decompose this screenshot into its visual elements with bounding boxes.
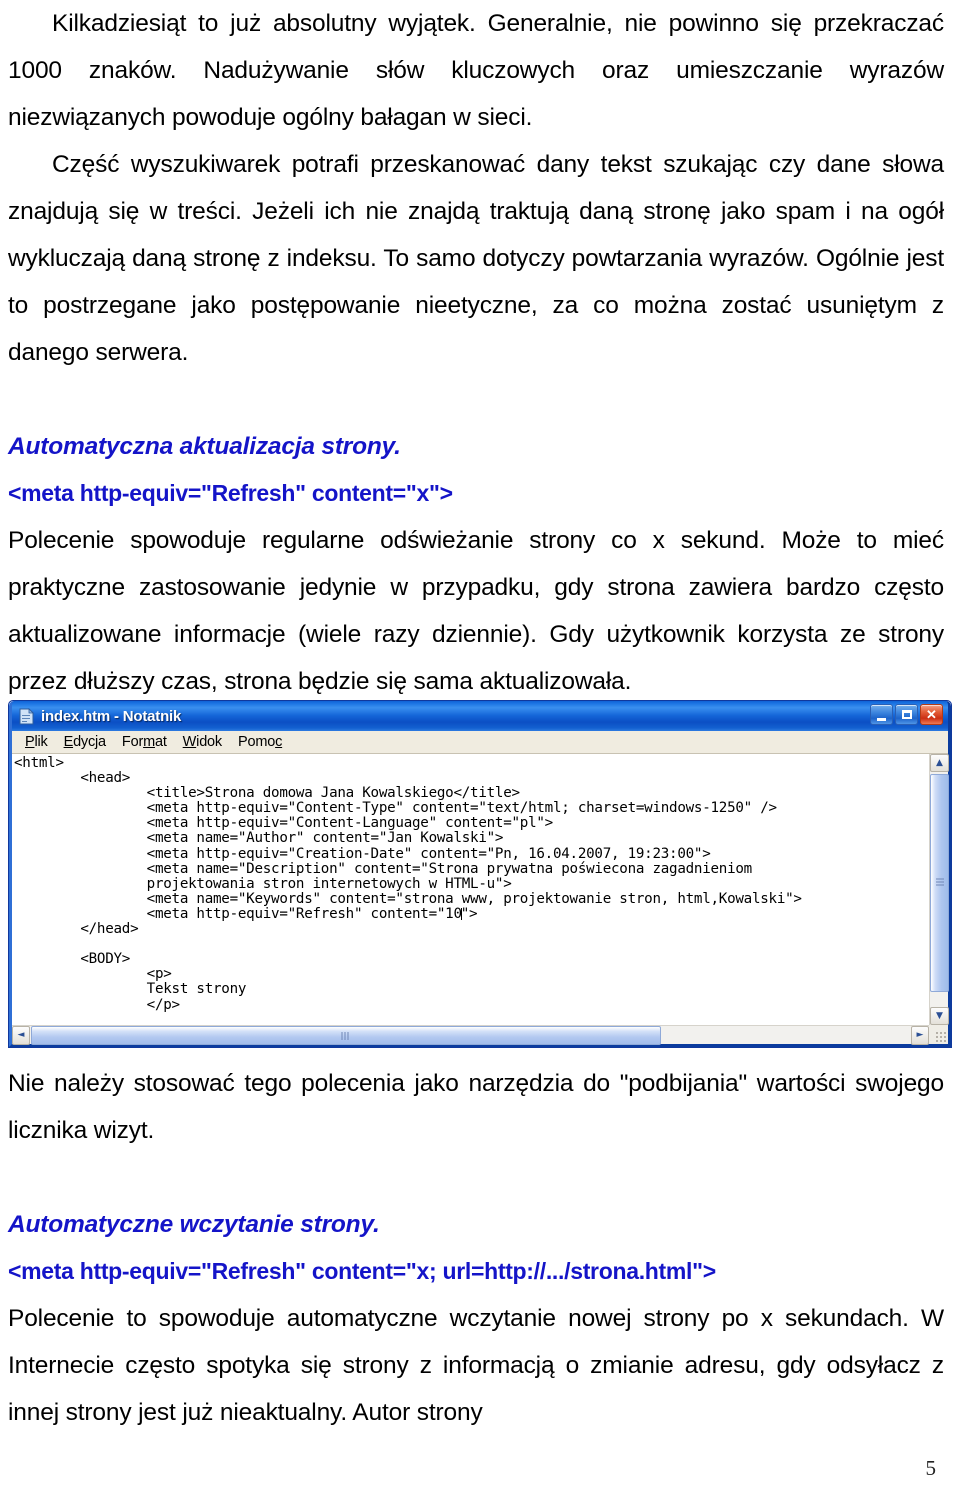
vertical-scrollbar[interactable]: ▲ ▼ (929, 754, 949, 1025)
document-body: Kilkadziesiąt to już absolutny wyjątek. … (8, 0, 944, 705)
minimize-button[interactable] (870, 704, 893, 725)
menu-item-pomoc[interactable]: Pomoc (230, 734, 290, 750)
menu-plik-suffix: lik (34, 734, 48, 750)
menu-edycja-suffix: dycja (73, 734, 106, 750)
scroll-up-arrow-icon[interactable]: ▲ (930, 754, 949, 772)
paragraph-4: Nie należy stosować tego polecenia jako … (8, 1070, 944, 1144)
menu-item-format[interactable]: Format (114, 734, 175, 750)
close-button[interactable]: ✕ (920, 704, 943, 725)
heading-automatyczne-wczytanie: Automatyczne wczytanie strony. (8, 1211, 380, 1238)
scroll-down-arrow-icon[interactable]: ▼ (930, 1007, 949, 1025)
notepad-code-content: <html> <head> <title>Strona domowa Jana … (14, 755, 929, 1013)
close-icon: ✕ (926, 707, 937, 722)
horizontal-scrollbar[interactable]: ◄ ► (12, 1025, 929, 1045)
scrollbar-grip-icon (936, 878, 944, 888)
notepad-title-text: index.htm - Notatnik (41, 707, 182, 725)
scroll-right-arrow-icon[interactable]: ► (911, 1026, 929, 1045)
menu-format-suffix: at (154, 734, 167, 750)
menu-pomoc-accel: c (275, 734, 283, 750)
notepad-window[interactable]: index.htm - Notatnik ✕ Plik Edycja Forma… (8, 700, 952, 1048)
notepad-text-editor[interactable]: <html> <head> <title>Strona domowa Jana … (12, 754, 929, 1025)
notepad-client-area: <html> <head> <title>Strona domowa Jana … (12, 754, 949, 1045)
scroll-left-arrow-icon[interactable]: ◄ (12, 1026, 30, 1045)
menu-item-widok[interactable]: Widok (175, 734, 230, 750)
scrollbar-corner-grip (929, 1025, 948, 1044)
vertical-scrollbar-thumb[interactable] (930, 774, 949, 992)
code-snippet-refresh-meta: <meta http-equiv="Refresh" content="x"> (8, 480, 453, 506)
menu-format-accel: m (143, 734, 155, 750)
menu-widok-suffix: idok (196, 734, 222, 750)
notepad-title-bar[interactable]: index.htm - Notatnik ✕ (12, 701, 948, 731)
paragraph-5: Polecenie to spowoduje automatyczne wczy… (8, 1305, 944, 1426)
horizontal-scrollbar-thumb[interactable] (31, 1026, 661, 1045)
page-number: 5 (925, 1456, 937, 1480)
resize-grip-icon (935, 1031, 946, 1042)
document-page: Kilkadziesiąt to już absolutny wyjątek. … (0, 0, 960, 1497)
menu-edycja-accel: E (63, 734, 74, 750)
menu-widok-accel: W (182, 734, 197, 750)
notepad-window-frame: index.htm - Notatnik ✕ Plik Edycja Forma… (9, 701, 951, 1047)
document-body-lower: Nie należy stosować tego polecenia jako … (8, 1060, 944, 1436)
menu-pomoc-prefix: Pomo (237, 734, 276, 750)
notepad-document-icon (18, 707, 35, 725)
heading-automatyczna-aktualizacja: Automatyczna aktualizacja strony. (8, 433, 401, 460)
scrollbar-grip-icon (341, 1032, 351, 1040)
notepad-menu-bar[interactable]: Plik Edycja Format Widok Pomoc (12, 731, 948, 754)
notepad-window-controls: ✕ (870, 704, 943, 725)
maximize-button[interactable] (895, 704, 918, 725)
code-before-caret: <html> <head> <title>Strona domowa Jana … (14, 755, 802, 922)
paragraph-3: Polecenie spowoduje regularne odświeżani… (8, 527, 944, 695)
paragraph-1: Kilkadziesiąt to już absolutny wyjątek. … (8, 10, 944, 131)
code-snippet-refresh-url-meta: <meta http-equiv="Refresh" content="x; u… (8, 1258, 716, 1284)
menu-item-edycja[interactable]: Edycja (56, 734, 114, 750)
menu-item-plik[interactable]: Plik (17, 734, 56, 750)
paragraph-2: Część wyszukiwarek potrafi przeskanować … (8, 151, 944, 366)
menu-format-prefix: For (121, 734, 144, 750)
